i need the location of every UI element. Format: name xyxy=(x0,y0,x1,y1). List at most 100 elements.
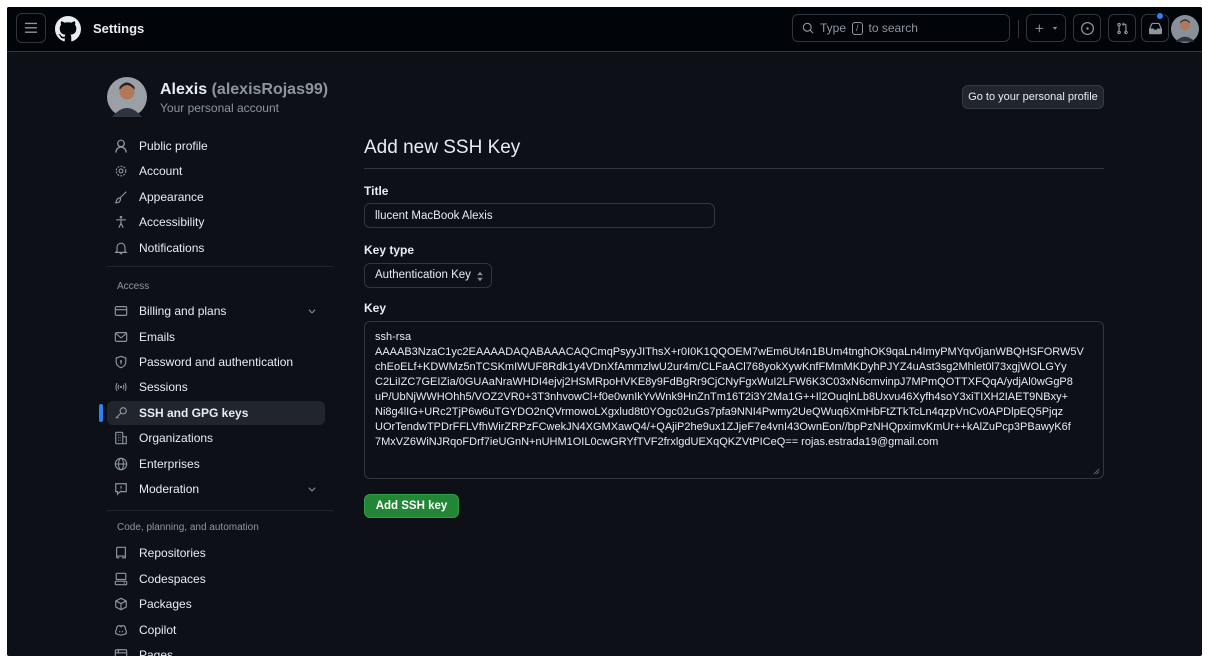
sidebar-item-appearance[interactable]: Appearance xyxy=(107,185,325,209)
triangle-down-icon xyxy=(1052,27,1057,30)
title-field-label: Title xyxy=(364,184,389,198)
profile-avatar xyxy=(107,77,147,117)
top-header: Settings Type / to search xyxy=(7,7,1202,52)
sidebar-item-label: Moderation xyxy=(139,482,200,496)
sidebar-item-public-profile[interactable]: Public profile xyxy=(107,134,325,158)
sidebar-item-label: Codespaces xyxy=(139,572,206,586)
select-arrows-icon xyxy=(477,271,483,282)
organization-icon xyxy=(115,431,127,445)
key-type-value: Authentication Key xyxy=(375,269,471,281)
profile-subtitle: Your personal account xyxy=(160,101,279,115)
issues-button[interactable] xyxy=(1073,14,1101,42)
key-line: 7MxVZ6WiNJRqoFDrf7ieUGnN+nUHM1OIL0cwGRYf… xyxy=(375,436,939,448)
sidebar-item-accessibility[interactable]: Accessibility xyxy=(107,210,325,234)
inbox-button[interactable] xyxy=(1141,14,1169,42)
sidebar-item-enterprises[interactable]: Enterprises xyxy=(107,452,325,476)
shield-lock-icon xyxy=(115,355,127,369)
sidebar-item-label: SSH and GPG keys xyxy=(139,406,249,420)
sidebar-divider xyxy=(107,510,333,511)
key-line: Ni8g4lIG+URc2TjP6w6uTGYDO2nQVrmowoLXgxlu… xyxy=(375,406,1064,418)
browser-icon xyxy=(114,649,128,656)
key-line: ssh-rsa xyxy=(375,331,412,343)
sidebar-item-password-auth[interactable]: Password and authentication xyxy=(107,350,325,374)
go-to-profile-button[interactable]: Go to your personal profile xyxy=(962,85,1104,109)
sidebar-item-label: Billing and plans xyxy=(139,304,227,318)
search-icon xyxy=(802,22,814,34)
sidebar-item-account[interactable]: Account xyxy=(107,159,325,183)
key-textarea[interactable]: ssh-rsa AAAAB3NzaC1yc2EAAAADAQABAAACAQCm… xyxy=(364,321,1104,479)
sidebar-item-label: Appearance xyxy=(139,190,204,204)
title-divider xyxy=(364,168,1104,169)
key-icon xyxy=(115,407,127,419)
sidebar-item-pages[interactable]: Pages xyxy=(107,643,325,656)
notification-indicator xyxy=(1156,12,1164,20)
sidebar-item-label: Organizations xyxy=(139,431,214,445)
search-input[interactable]: Type / to search xyxy=(792,14,1010,42)
profile-name: Alexis (alexisRojas99) xyxy=(160,81,328,99)
accessibility-icon xyxy=(116,215,126,228)
copilot-icon xyxy=(115,625,127,636)
inbox-icon xyxy=(1148,22,1162,34)
sidebar-item-repositories[interactable]: Repositories xyxy=(107,541,325,565)
key-type-label: Key type xyxy=(364,243,415,257)
key-field-label: Key xyxy=(364,301,387,315)
sidebar-item-label: Copilot xyxy=(139,623,177,637)
page-title: Add new SSH Key xyxy=(364,137,521,158)
paintbrush-icon xyxy=(114,191,127,204)
sidebar-item-organizations[interactable]: Organizations xyxy=(107,426,325,450)
menu-button[interactable] xyxy=(16,13,46,43)
key-line: chEoELf+KDWMz5nTCSKmIWUF8Rdk1y4VDnXfAmmz… xyxy=(375,361,1067,373)
plus-icon xyxy=(1034,23,1043,32)
sidebar-item-label: Account xyxy=(139,164,183,178)
globe-icon xyxy=(114,457,128,471)
github-logo-icon[interactable] xyxy=(55,16,81,42)
sidebar-item-label: Sessions xyxy=(139,380,188,394)
sidebar-item-label: Enterprises xyxy=(139,457,200,471)
add-ssh-key-button[interactable]: Add SSH key xyxy=(364,494,459,518)
sidebar-section-code: Code, planning, and automation xyxy=(117,522,259,533)
credit-card-icon xyxy=(114,306,128,316)
user-avatar[interactable] xyxy=(1171,15,1199,43)
hamburger-icon xyxy=(24,22,38,33)
gear-icon xyxy=(115,165,127,177)
search-placeholder-suffix: to search xyxy=(868,21,918,35)
search-shortcut-key: / xyxy=(852,21,863,35)
sidebar-item-emails[interactable]: Emails xyxy=(107,325,325,349)
sidebar-item-codespaces[interactable]: Codespaces xyxy=(107,567,325,591)
sidebar-item-sessions[interactable]: Sessions xyxy=(107,375,325,399)
sidebar-item-label: Packages xyxy=(139,597,192,611)
sidebar-item-billing[interactable]: Billing and plans xyxy=(107,299,325,323)
breadcrumb-settings[interactable]: Settings xyxy=(93,21,144,36)
broadcast-icon xyxy=(115,382,127,392)
sidebar-item-notifications[interactable]: Notifications xyxy=(107,236,325,260)
sidebar-item-label: Password and authentication xyxy=(139,355,294,369)
search-placeholder-prefix: Type xyxy=(820,21,847,35)
sidebar-item-label: Pages xyxy=(139,648,174,656)
repo-icon xyxy=(116,546,126,559)
pull-requests-button[interactable] xyxy=(1108,14,1136,42)
sidebar-item-copilot[interactable]: Copilot xyxy=(107,618,325,642)
issue-opened-icon xyxy=(1080,21,1094,35)
title-input[interactable] xyxy=(364,203,715,228)
app-window: Settings Type / to search Alexis (alexis… xyxy=(7,7,1202,656)
sidebar-item-label: Repositories xyxy=(139,546,206,560)
key-line: AAAAB3NzaC1yc2EAAAADAQABAAACAQCmqPsyyJIT… xyxy=(375,346,1084,358)
bell-icon xyxy=(114,242,128,255)
sidebar-item-label: Emails xyxy=(139,330,176,344)
codespaces-icon xyxy=(114,572,128,586)
sidebar-item-ssh-gpg-keys[interactable]: SSH and GPG keys xyxy=(99,401,325,425)
git-pull-request-icon xyxy=(1116,22,1128,34)
resize-handle-icon[interactable] xyxy=(1093,468,1100,475)
key-type-select[interactable]: Authentication Key xyxy=(364,263,492,288)
package-icon xyxy=(115,597,127,611)
create-new-button[interactable] xyxy=(1026,14,1066,42)
sidebar-divider xyxy=(107,266,333,267)
key-line: UOrTendwTPDrFFLVfhWirZRPzFCwekJN4XGMXawQ… xyxy=(375,421,1071,433)
chevron-down-icon xyxy=(308,487,316,492)
mail-icon xyxy=(114,332,128,342)
sidebar-item-label: Accessibility xyxy=(139,215,205,229)
profile-display-name: Alexis xyxy=(160,81,208,98)
sidebar-item-packages[interactable]: Packages xyxy=(107,592,325,616)
sidebar-item-moderation[interactable]: Moderation xyxy=(107,477,325,501)
report-icon xyxy=(115,483,127,496)
